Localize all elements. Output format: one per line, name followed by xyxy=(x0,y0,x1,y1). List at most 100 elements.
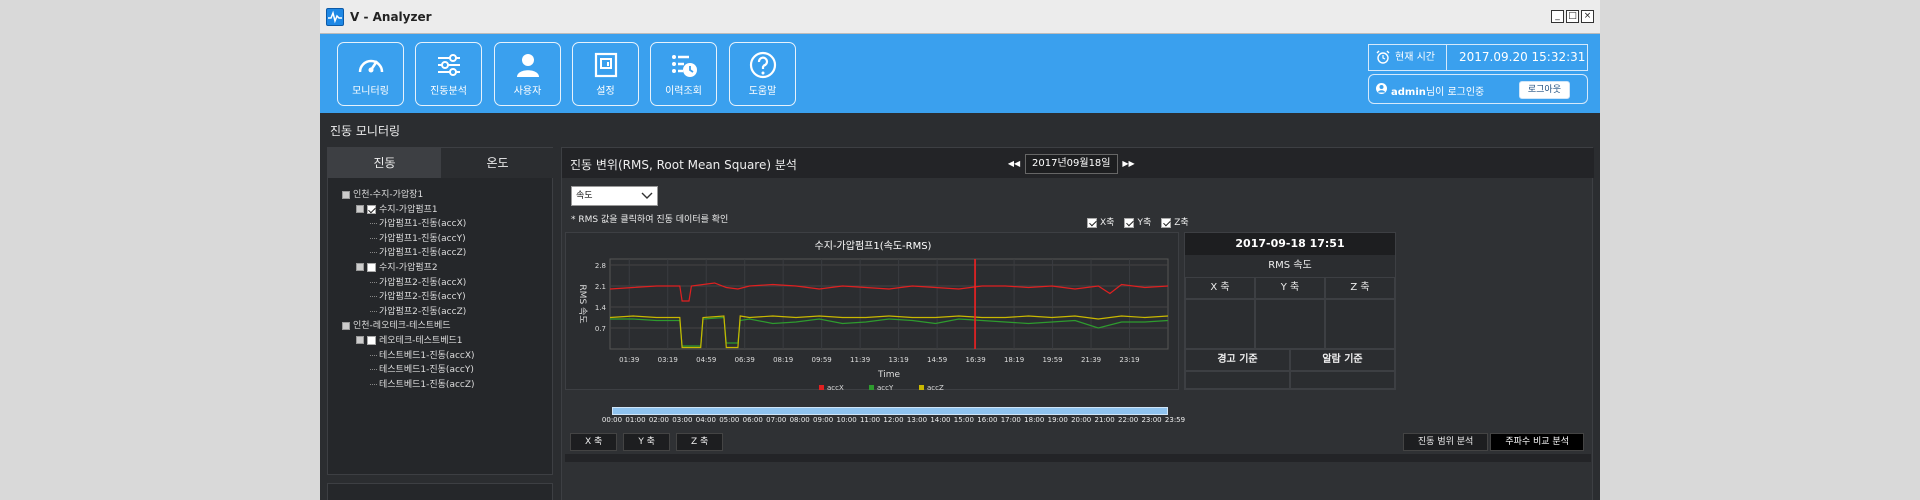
time-tick-label: 14:00 xyxy=(930,416,951,424)
info-warn-label: 경고 기준 xyxy=(1185,349,1290,371)
tree-connector xyxy=(370,223,377,225)
app-title: V - Analyzer xyxy=(350,10,432,24)
measure-select[interactable]: 속도 xyxy=(571,186,658,206)
info-z-value xyxy=(1325,299,1395,349)
rms-chart[interactable]: 수지-가압펌프1(속도-RMS) 0.7 1.4 2.1 2.8 01:39 03:19 04… xyxy=(565,232,1180,391)
nav-monitoring-button[interactable]: 모니터링 xyxy=(337,42,404,106)
axis-checkboxes: X축 Y축 Z축 xyxy=(1087,215,1189,228)
x-axis-label: Time xyxy=(877,370,900,380)
expand-toggle-icon[interactable] xyxy=(356,336,364,345)
x-tick-label: 09:59 xyxy=(812,356,832,364)
expand-toggle-icon[interactable] xyxy=(356,205,364,214)
tree-leaf[interactable]: 가압펌프1-진동(accZ) xyxy=(342,246,547,261)
legend-label-accY: accY xyxy=(877,384,894,391)
tree-connector xyxy=(370,369,377,371)
checkbox-z-box[interactable] xyxy=(1161,217,1172,228)
app-logo-icon xyxy=(326,8,344,26)
tree-leaf[interactable]: 가압펌프1-진동(accX) xyxy=(342,217,547,232)
tree-leaf[interactable]: 가압펌프2-진동(accX) xyxy=(342,276,547,291)
tab-vibration[interactable]: 진동 xyxy=(328,148,441,178)
checkbox-x-axis[interactable]: X축 xyxy=(1087,215,1114,228)
tree-leaf[interactable]: 가압펌프2-진동(accY) xyxy=(342,290,547,305)
info-y-header: Y 축 xyxy=(1255,277,1325,299)
tree-leaf[interactable]: 테스트베드1-진동(accX) xyxy=(342,349,547,364)
tree-leaf[interactable]: 가압펌프2-진동(accZ) xyxy=(342,305,547,320)
tree-group[interactable]: 수지-가압펌프1 xyxy=(342,203,547,218)
time-tick-label: 08:00 xyxy=(789,416,810,424)
tree-item-label: 가압펌프1-진동(accX) xyxy=(379,219,467,230)
nav-history-button[interactable]: 이력조회 xyxy=(650,42,717,106)
checkbox-x-box[interactable] xyxy=(1087,217,1097,228)
chevron-down-icon xyxy=(641,192,653,199)
tree-checkbox[interactable] xyxy=(367,262,376,272)
tree-item-label: 가압펌프2-진동(accY) xyxy=(379,292,466,303)
close-button[interactable]: × xyxy=(1581,10,1594,23)
legend-swatch-accZ xyxy=(919,385,924,390)
tree-item-label: 가압펌프1-진동(accY) xyxy=(379,233,466,244)
nav-help-button[interactable]: 도움말 xyxy=(729,42,796,106)
time-tick-label: 05:00 xyxy=(719,416,740,424)
time-range-ticks: 00:00 01:00 02:00 03:00 04:00 05:00 06:00 07:00… xyxy=(602,416,1185,428)
nav-monitoring-label: 모니터링 xyxy=(352,86,389,97)
next-date-button[interactable]: ▶▶ xyxy=(1122,156,1136,172)
x-axis-button[interactable]: X 축 xyxy=(570,433,618,451)
tab-temperature[interactable]: 온도 xyxy=(441,148,554,178)
nav-settings-button[interactable]: 설정 xyxy=(572,42,639,106)
tree-root[interactable]: 인천-수지-가압장1 xyxy=(342,188,547,203)
tree-item-label: 인천-레오테크-테스트베드 xyxy=(353,321,451,332)
logout-button[interactable]: 로그아웃 xyxy=(1518,81,1570,99)
tree-leaf[interactable]: 테스트베드1-진동(accY) xyxy=(342,363,547,378)
info-alarm-label: 알람 기준 xyxy=(1290,349,1395,371)
expand-toggle-icon[interactable] xyxy=(342,321,350,330)
time-tick-label: 15:00 xyxy=(953,416,974,424)
range-analysis-button[interactable]: 진동 범위 분석 xyxy=(1402,433,1489,451)
prev-date-button[interactable]: ◀◀ xyxy=(1007,156,1021,172)
user-small-icon xyxy=(1376,83,1387,94)
x-tick-label: 11:39 xyxy=(850,356,870,364)
tree-root[interactable]: 인천-레오테크-테스트베드 xyxy=(342,319,547,334)
tree-checkbox[interactable] xyxy=(367,335,376,345)
maximize-button[interactable]: □ xyxy=(1566,10,1579,23)
tree-item-label: 가압펌프2-진동(accX) xyxy=(379,277,467,288)
info-rms-label: RMS 속도 xyxy=(1268,260,1312,271)
analysis-mode-buttons: 진동 범위 분석 주파수 비교 분석 xyxy=(1402,433,1584,451)
tree-group[interactable]: 수지-가압펌프2 xyxy=(342,261,547,276)
frequency-compare-button[interactable]: 주파수 비교 분석 xyxy=(1490,433,1584,451)
gauge-icon xyxy=(358,59,383,73)
current-time-label-cell: 현재 시간 xyxy=(1369,45,1447,70)
tree-leaf[interactable]: 가압펌프1-진동(accY) xyxy=(342,232,547,247)
nav-vibration-button[interactable]: 진동분석 xyxy=(415,42,482,106)
tree-connector xyxy=(370,252,377,254)
nav-help-label: 도움말 xyxy=(748,86,777,97)
checkbox-z-axis[interactable]: Z축 xyxy=(1161,215,1189,228)
time-tick-label: 19:00 xyxy=(1047,416,1068,424)
info-threshold-header-row: 경고 기준 알람 기준 xyxy=(1185,349,1395,371)
nav-user-label: 사용자 xyxy=(513,86,542,97)
analysis-panel: 진동 변위(RMS, Root Mean Square) 분석 ◀◀ 2017년… xyxy=(561,147,1594,500)
tree-item-label: 테스트베드1-진동(accZ) xyxy=(379,379,475,390)
nav-user-button[interactable]: 사용자 xyxy=(494,42,561,106)
expand-toggle-icon[interactable] xyxy=(342,190,350,199)
checkbox-y-box[interactable] xyxy=(1124,217,1135,228)
time-tick-label: 23:00 xyxy=(1141,416,1162,424)
tree-item-label: 테스트베드1-진동(accY) xyxy=(379,365,474,376)
time-tick-label: 13:00 xyxy=(906,416,928,424)
tree-group[interactable]: 레오테크-테스트베드1 xyxy=(342,334,547,349)
time-tick-label: 23:59 xyxy=(1164,416,1186,424)
top-navigation: 모니터링 진동분석 사용자 설정 이력조회 도움말 현재 시간 2017.09.… xyxy=(320,34,1600,113)
rms-note: * RMS 값을 클릭하여 진동 데이터를 확인 xyxy=(571,215,729,225)
legend-label-accZ: accZ xyxy=(927,384,944,391)
time-tick-label: 12:00 xyxy=(883,416,904,424)
minimize-button[interactable]: _ xyxy=(1551,10,1564,23)
y-axis-button[interactable]: Y 축 xyxy=(623,433,670,451)
time-tick-label: 20:00 xyxy=(1071,416,1092,424)
date-field[interactable]: 2017년09월18일 xyxy=(1025,154,1118,174)
expand-toggle-icon[interactable] xyxy=(356,263,364,272)
tree-checkbox[interactable] xyxy=(367,204,376,214)
checkbox-y-axis[interactable]: Y축 xyxy=(1124,215,1151,228)
time-range-slider[interactable] xyxy=(612,407,1168,415)
time-tick-label: 07:00 xyxy=(766,416,787,424)
z-axis-button[interactable]: Z 축 xyxy=(675,433,724,451)
tree-leaf[interactable]: 테스트베드1-진동(accZ) xyxy=(342,378,547,393)
rms-chart-svg[interactable]: 수지-가압펌프1(속도-RMS) 0.7 1.4 2.1 2.8 01:39 03:19 04… xyxy=(566,233,1180,391)
